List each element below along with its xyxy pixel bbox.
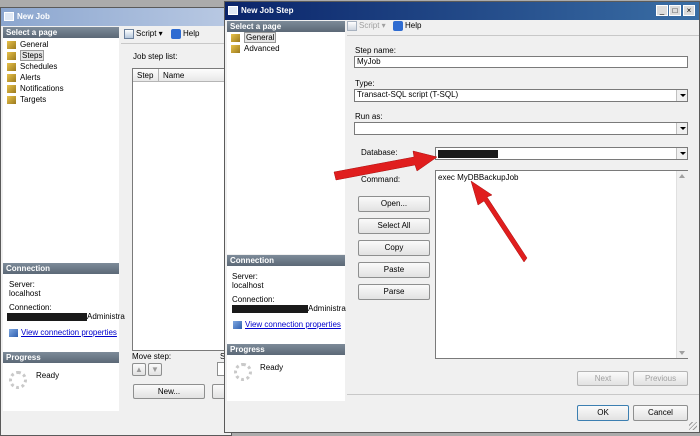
arrow-to-database: [333, 150, 438, 181]
annotation-arrows: [333, 150, 528, 263]
arrow-to-command: [470, 180, 528, 263]
